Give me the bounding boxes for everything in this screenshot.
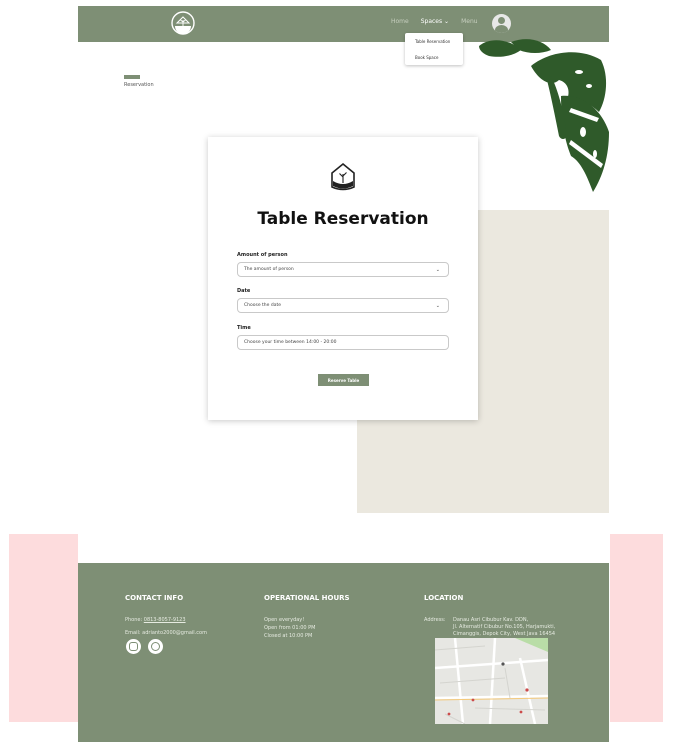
contact-heading: CONTACT INFO xyxy=(125,594,184,602)
house-tree-logo-icon xyxy=(331,162,355,191)
nav-spaces[interactable]: Spaces ⌄ xyxy=(421,18,449,25)
time-value: Choose your time between 14:00 - 20:00 xyxy=(244,340,337,345)
instagram-icon[interactable] xyxy=(126,639,141,654)
dropdown-item-book-space[interactable]: Book Space xyxy=(405,49,463,65)
user-avatar[interactable] xyxy=(492,14,511,33)
hours-line-2: Open from 01:00 PM xyxy=(264,625,316,631)
amount-value: The amount of person xyxy=(244,267,294,272)
time-label: Time xyxy=(237,325,251,331)
avatar-body xyxy=(495,25,508,33)
date-label: Date xyxy=(237,288,251,294)
nav-menu[interactable]: Menu xyxy=(461,18,477,25)
logo-icon[interactable] xyxy=(171,11,195,35)
hours-heading: OPERATIONAL HOURS xyxy=(264,594,350,602)
footer: CONTACT INFO Phone: 0813-8057-9123 Email… xyxy=(78,563,609,742)
location-heading: LOCATION xyxy=(424,594,464,602)
location-map[interactable] xyxy=(435,638,548,724)
page: Home Spaces ⌄ Menu Table Reservation Boo… xyxy=(78,6,609,742)
date-value: Choose the date xyxy=(244,303,282,308)
breadcrumb: Reservation xyxy=(124,82,154,88)
whatsapp-glyph xyxy=(151,642,160,651)
monstera-leaves-image xyxy=(479,39,609,192)
spaces-dropdown: Table Reservation Book Space xyxy=(405,33,463,65)
contact-phone: Phone: 0813-8057-9123 xyxy=(125,617,186,623)
breadcrumb-bar xyxy=(124,75,140,79)
reservation-card: Table Reservation Amount of person The a… xyxy=(208,137,478,420)
address-label: Address: xyxy=(424,617,446,623)
hours-line-1: Open everyday! xyxy=(264,617,305,623)
amount-select[interactable]: The amount of person ⌄ xyxy=(237,262,449,277)
time-input[interactable]: Choose your time between 14:00 - 20:00 xyxy=(237,335,449,350)
decor-pink-right xyxy=(610,534,663,722)
form-title: Table Reservation xyxy=(257,209,429,229)
date-select[interactable]: Choose the date ⌄ xyxy=(237,298,449,313)
reserve-table-button[interactable]: Reserve Table xyxy=(318,374,369,386)
phone-link[interactable]: 0813-8057-9123 xyxy=(144,617,186,623)
dropdown-item-table-reservation[interactable]: Table Reservation xyxy=(405,33,463,49)
contact-email[interactable]: Email: adrianto2000@gmail.com xyxy=(125,630,207,636)
chevron-down-icon: ⌄ xyxy=(435,303,440,309)
address-line-3: Cimanggis, Depok City, West Java 16454 xyxy=(453,631,556,637)
chevron-down-icon: ⌄ xyxy=(435,267,440,273)
amount-label: Amount of person xyxy=(237,252,288,258)
address-line-1: Danau Asri Cibubur Kav. DDN, xyxy=(453,617,529,623)
hours-line-3: Closed at 10:00 PM xyxy=(264,633,313,639)
whatsapp-icon[interactable] xyxy=(148,639,163,654)
decor-pink-left xyxy=(9,534,78,722)
phone-prefix: Phone: xyxy=(125,617,144,623)
instagram-glyph xyxy=(129,642,138,651)
nav-home[interactable]: Home xyxy=(391,18,409,25)
avatar-head xyxy=(498,17,505,24)
address-line-2: Jl. Alternatif Cibubur No.105, Harjamukt… xyxy=(453,624,556,630)
